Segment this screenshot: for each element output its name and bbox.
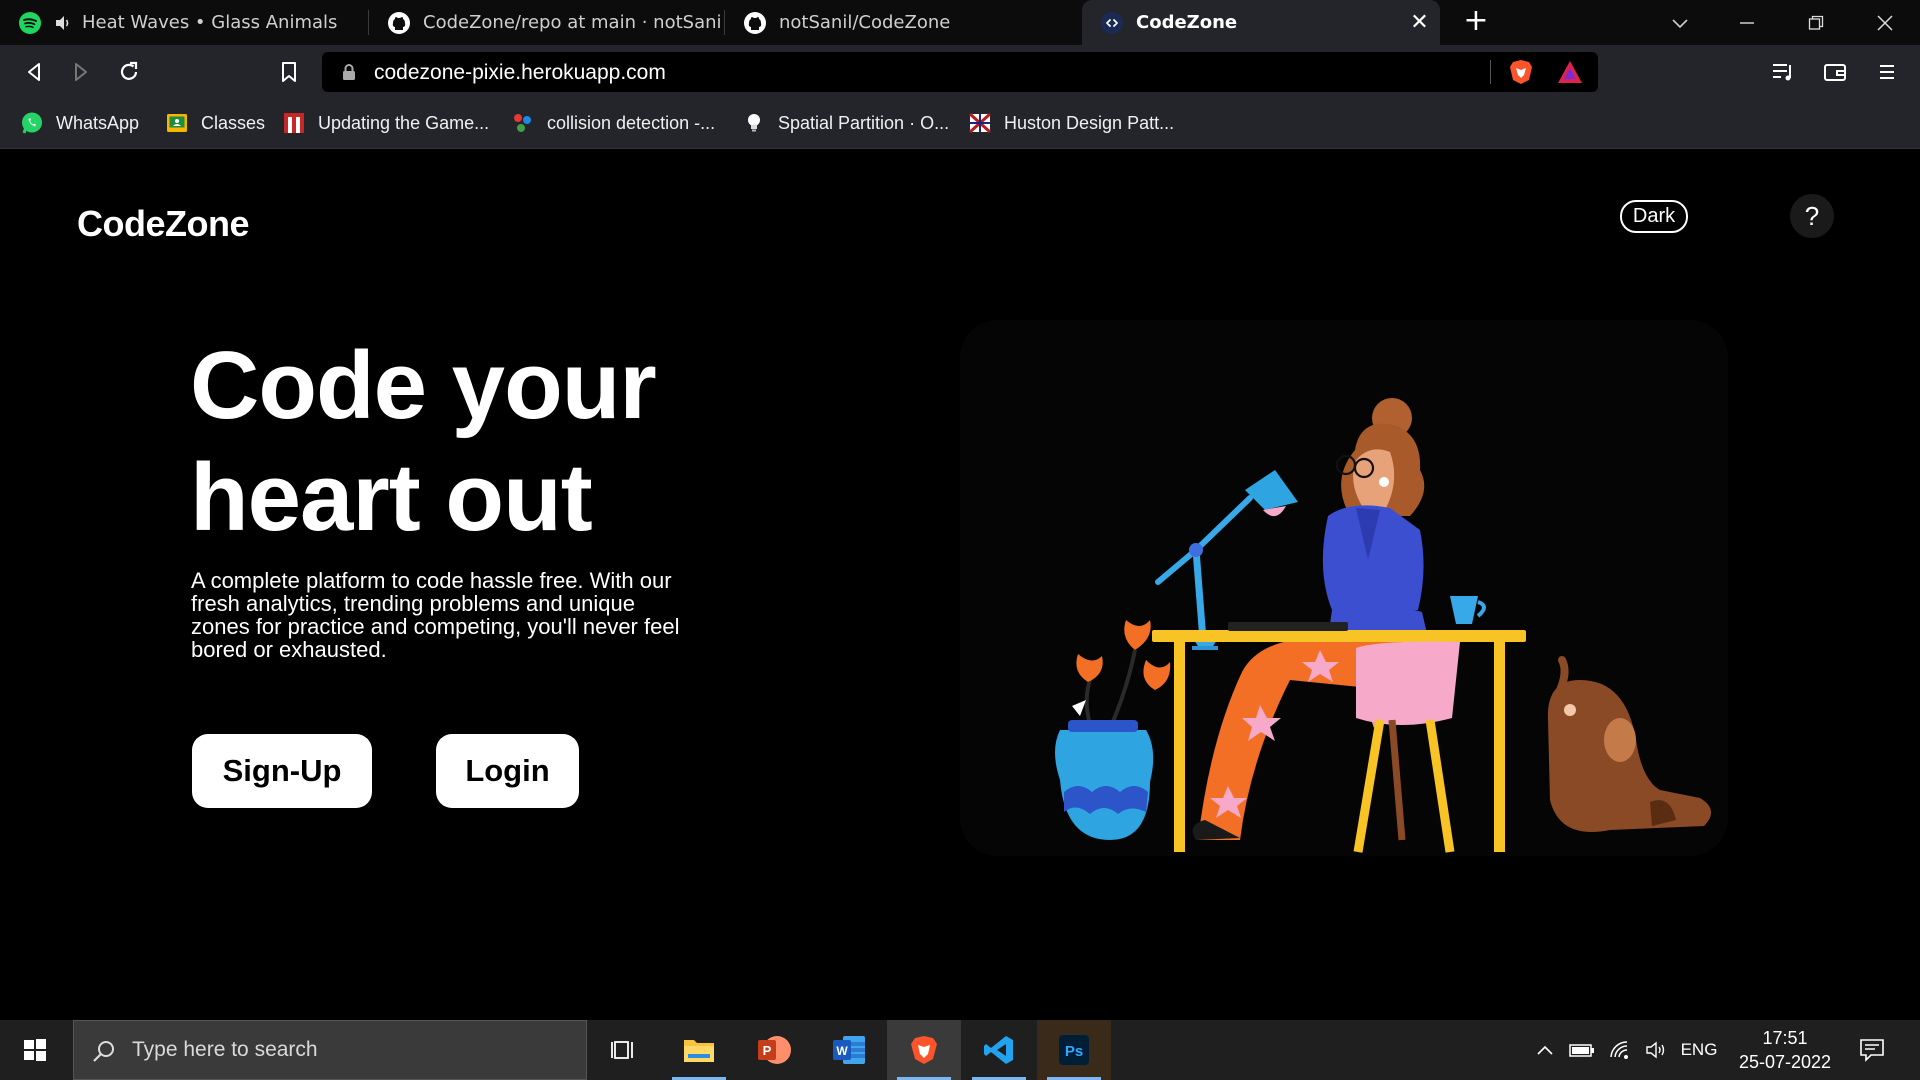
svg-text:W: W — [836, 1044, 848, 1058]
search-icon — [93, 1041, 114, 1062]
signup-button[interactable]: Sign-Up — [192, 734, 372, 808]
chair-illustration — [1353, 641, 1460, 853]
bookmark-label: Classes — [201, 112, 266, 133]
tab-spotify[interactable]: Heat Waves • Glass Animals — [0, 0, 368, 45]
hero-title-line-2: heart out — [190, 444, 593, 551]
bookmark-updating-the-game[interactable]: Updating the Game... — [282, 107, 489, 139]
windows-taskbar: Type here to search P W Ps ENG 17:51 25-… — [0, 1020, 1920, 1080]
lightbulb-icon — [748, 114, 760, 132]
word-icon[interactable]: W — [812, 1020, 886, 1080]
close-window-icon[interactable] — [1855, 0, 1915, 45]
volume-icon[interactable] — [1640, 1020, 1674, 1080]
site-logo[interactable]: CodeZone — [77, 203, 250, 245]
login-button[interactable]: Login — [436, 734, 579, 808]
show-hidden-icons-icon[interactable] — [1530, 1020, 1560, 1080]
input-language-indicator[interactable]: ENG — [1678, 1020, 1720, 1080]
tab-title: notSanil/CodeZone — [779, 12, 951, 33]
bookmark-label: Updating the Game... — [318, 112, 490, 133]
codezone-icon — [1101, 11, 1123, 34]
task-view-icon[interactable] — [587, 1020, 661, 1080]
wifi-icon[interactable] — [1604, 1020, 1638, 1080]
github-icon — [744, 11, 766, 34]
classroom-icon — [167, 114, 187, 132]
back-icon[interactable] — [17, 55, 51, 89]
battery-icon[interactable] — [1565, 1020, 1599, 1080]
dog-illustration — [1547, 656, 1712, 832]
reading-list-icon[interactable] — [1766, 55, 1800, 89]
bookmark-classes[interactable]: Classes — [165, 107, 265, 139]
bookmark-red-icon — [284, 113, 304, 133]
close-tab-icon[interactable]: ✕ — [1407, 10, 1432, 35]
reload-icon[interactable] — [112, 55, 146, 89]
clock-date: 25-07-2022 — [1738, 1052, 1832, 1072]
speaker-icon[interactable] — [54, 14, 72, 32]
tab-search-dropdown-icon[interactable] — [1650, 0, 1710, 45]
new-tab-button[interactable]: + — [1460, 6, 1492, 38]
restore-window-icon[interactable] — [1786, 0, 1846, 45]
bookmark-huston-design-patterns[interactable]: Huston Design Patt... — [968, 107, 1174, 139]
bookmarks-bar: WhatsApp Classes Updating the Game... co… — [0, 97, 1920, 149]
taskbar-search-box[interactable]: Type here to search — [73, 1020, 587, 1080]
tab-title: CodeZone — [1136, 12, 1238, 33]
address-bar[interactable]: codezone-pixie.herokuapp.com — [322, 52, 1598, 92]
notifications-icon[interactable] — [1852, 1020, 1892, 1080]
brave-rewards-icon[interactable] — [1556, 59, 1584, 85]
forward-icon[interactable] — [64, 55, 98, 89]
github-icon — [388, 11, 410, 34]
bookmark-label: WhatsApp — [56, 112, 140, 133]
hero-illustration — [960, 320, 1728, 856]
clock-time: 17:51 — [1762, 1028, 1808, 1048]
help-button[interactable]: ? — [1790, 194, 1834, 238]
tab-github-codezone[interactable]: notSanil/CodeZone — [725, 0, 1080, 45]
powerpoint-icon[interactable]: P — [737, 1020, 811, 1080]
menu-icon[interactable] — [1870, 55, 1904, 89]
omnibox-divider — [1490, 60, 1491, 84]
spotify-icon — [19, 11, 41, 34]
svg-text:Ps: Ps — [1065, 1043, 1083, 1060]
minimize-window-icon[interactable] — [1717, 0, 1777, 45]
hero-title-line-1: Code your — [190, 332, 657, 439]
photoshop-icon[interactable]: Ps — [1037, 1020, 1111, 1080]
browser-tab-strip: Heat Waves • Glass Animals CodeZone/repo… — [0, 0, 1920, 45]
windows-start-icon[interactable] — [0, 1020, 70, 1080]
bookmark-label: Huston Design Patt... — [1004, 112, 1175, 133]
search-placeholder: Type here to search — [132, 1038, 318, 1061]
tab-codezone[interactable]: CodeZone ✕ — [1082, 0, 1440, 45]
bookmark-label: Spatial Partition · O... — [778, 112, 950, 133]
svg-text:P: P — [763, 1043, 772, 1058]
bookmark-spatial-partition[interactable]: Spatial Partition · O... — [742, 107, 949, 139]
brave-shields-icon[interactable] — [1507, 58, 1535, 86]
tab-title: Heat Waves • Glass Animals — [82, 12, 338, 33]
bookmark-label: collision detection -... — [547, 112, 716, 133]
lock-icon[interactable] — [342, 63, 356, 81]
bookmark-flag-icon — [968, 112, 992, 134]
browser-toolbar: codezone-pixie.herokuapp.com — [0, 45, 1920, 97]
tab-github-repo[interactable]: CodeZone/repo at main · notSanil/CodeZon… — [369, 0, 723, 45]
wallet-icon[interactable] — [1818, 55, 1852, 89]
whatsapp-icon — [22, 112, 42, 134]
brave-icon[interactable] — [887, 1020, 961, 1080]
vscode-icon[interactable] — [962, 1020, 1036, 1080]
hero-title: Code your heart out — [190, 330, 810, 554]
url-text[interactable]: codezone-pixie.herokuapp.com — [374, 61, 666, 85]
desk-lamp-illustration — [1155, 470, 1298, 650]
coding-woman-illustration — [1055, 398, 1712, 853]
codezone-landing-page: CodeZone Dark ? Code your heart out A co… — [0, 150, 1920, 1020]
bookmark-collision-detection[interactable]: collision detection -... — [511, 107, 715, 139]
bookmark-whatsapp[interactable]: WhatsApp — [20, 107, 139, 139]
theme-toggle-button[interactable]: Dark — [1620, 200, 1688, 233]
tab-title: CodeZone/repo at main · notSanil/CodeZon… — [423, 12, 723, 33]
hero-description: A complete platform to code hassle free.… — [191, 568, 680, 662]
system-clock[interactable]: 17:51 25-07-2022 — [1720, 1026, 1850, 1074]
bookmark-graph-icon — [514, 114, 531, 132]
file-explorer-icon[interactable] — [662, 1020, 736, 1080]
plant-vase-illustration — [1055, 620, 1171, 840]
bookmark-page-icon[interactable] — [272, 55, 306, 89]
